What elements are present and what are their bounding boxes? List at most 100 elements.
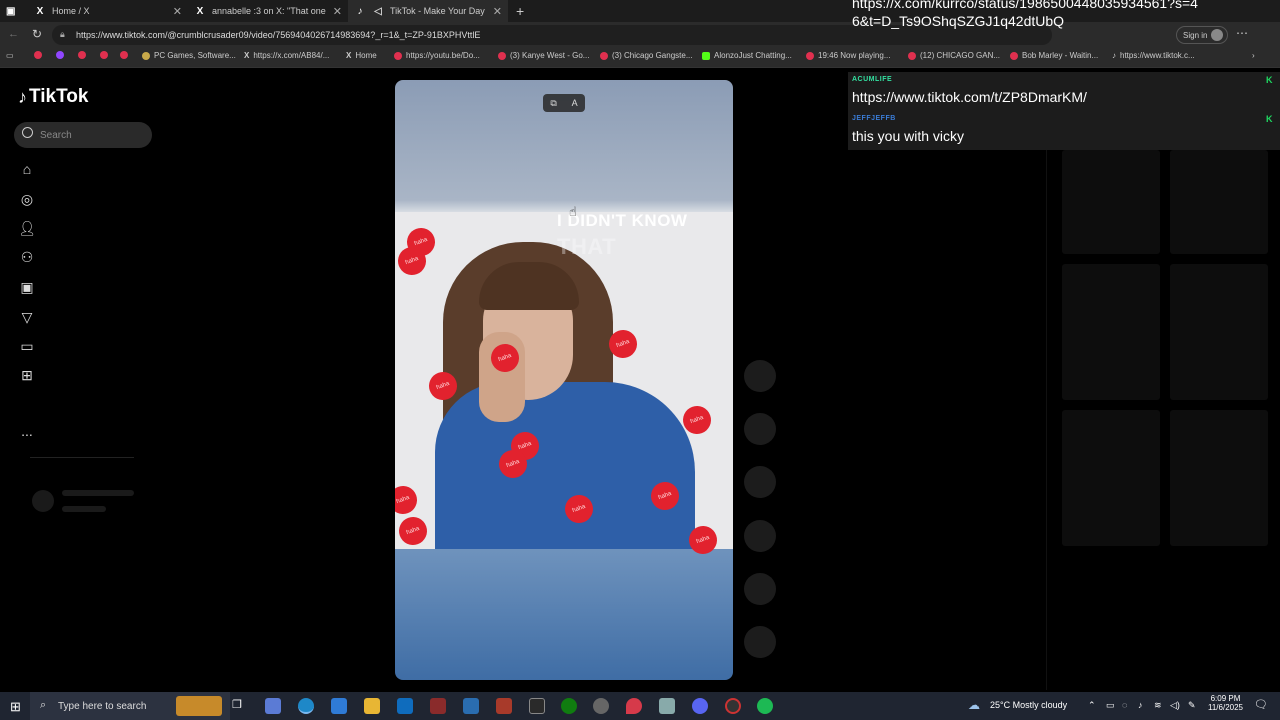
pip-icon[interactable]: ⧉ — [550, 98, 556, 109]
windows-taskbar: ⊞ ⌕ Type here to search ❐ ☁︎ 25°C Mostly… — [0, 692, 1280, 720]
bookmark-yt-4[interactable] — [120, 51, 132, 59]
taskbar-search[interactable]: ⌕ Type here to search — [30, 692, 230, 720]
more-icon[interactable]: ... — [18, 422, 36, 440]
x-icon: X — [346, 51, 352, 60]
search-input[interactable]: Search — [14, 122, 152, 148]
clock[interactable]: 6:09 PM 11/6/2025 — [1208, 694, 1243, 712]
pen-icon[interactable]: ✎ — [1188, 700, 1196, 711]
windows-start-icon[interactable]: ⊞ — [10, 699, 21, 715]
youtube-icon — [120, 51, 128, 59]
youtube-icon — [600, 51, 608, 60]
app-icon[interactable] — [463, 698, 479, 714]
discord-icon[interactable] — [692, 698, 708, 714]
navigate-up-button[interactable] — [744, 573, 776, 605]
video-thumb-placeholder[interactable] — [1062, 264, 1160, 400]
activity-icon[interactable]: ▽ — [18, 308, 36, 326]
weather-text[interactable]: 25°C Mostly cloudy — [990, 700, 1067, 710]
xbox-icon[interactable] — [561, 698, 577, 714]
spotify-icon[interactable] — [757, 698, 773, 714]
wifi-icon[interactable]: ≋ — [1154, 700, 1162, 711]
mega-icon[interactable] — [496, 698, 512, 714]
bookmark-alonzo[interactable]: AlonzoJust Chatting... — [702, 51, 792, 60]
tab-label: TikTok - Make Your Day — [390, 6, 485, 16]
tab-actions-button[interactable]: ▣ — [0, 0, 24, 22]
bookmark-home[interactable]: X Home — [346, 51, 377, 60]
lock-icon[interactable]: 🔒︎ — [60, 29, 65, 40]
tray-icon[interactable]: ▭ — [1106, 700, 1115, 711]
file-explorer-icon[interactable] — [364, 698, 380, 714]
task-view-icon[interactable]: ❐ — [232, 698, 248, 714]
youtube-icon — [806, 51, 814, 60]
bookmark-yt-1[interactable] — [34, 51, 46, 59]
bookmark-pc-games[interactable]: PC Games, Software... — [142, 51, 236, 60]
panel-divider — [1046, 150, 1047, 690]
tab-annabelle[interactable]: X annabelle :3 on X: "That one time ✕ — [188, 0, 348, 22]
video-controls: ⧉ A — [543, 94, 585, 112]
close-icon[interactable]: ✕ — [493, 5, 502, 18]
explore-icon[interactable]: ◎ — [18, 190, 36, 208]
weather-icon[interactable]: ☁︎ — [968, 698, 980, 712]
chat-username: JEFFJEFFB — [852, 115, 896, 122]
navigate-down-button[interactable] — [744, 626, 776, 658]
bookmark-yt-3[interactable] — [100, 51, 112, 59]
tiktok-logo[interactable]: ♪ TikTok — [18, 86, 88, 108]
network-icon[interactable]: ◌ — [1122, 700, 1127, 710]
chevron-up-icon[interactable]: ⌃ — [1088, 700, 1096, 711]
close-icon[interactable]: ✕ — [333, 5, 342, 18]
bookmark-yt-2[interactable] — [78, 51, 90, 59]
upload-icon[interactable]: ⊞ — [18, 366, 36, 384]
share-button[interactable] — [744, 520, 776, 552]
stream-chat-overlay: https://x.com/kurrco/status/198650044803… — [848, 0, 1280, 150]
chat-link-message: https://x.com/kurrco/status/198650044803… — [852, 0, 1198, 29]
following-icon[interactable]: 👤︎ — [18, 219, 36, 237]
volume-icon[interactable]: ◁) — [1170, 700, 1180, 711]
new-tab-button[interactable]: + — [510, 0, 530, 22]
outlook-icon[interactable] — [397, 698, 413, 714]
loading-avatar — [32, 490, 54, 512]
bookmark-twitch[interactable] — [56, 51, 68, 59]
tab-label: annabelle :3 on X: "That one time — [212, 6, 327, 16]
tab-home-x[interactable]: X Home / X ✕ — [28, 0, 188, 22]
messages-icon[interactable]: ▭ — [18, 337, 36, 355]
bookmark-x-ab84[interactable]: Xhttps://x.com/AB84/... — [244, 51, 329, 60]
bookmark-button[interactable] — [744, 466, 776, 498]
live-icon[interactable]: ▣ — [18, 278, 36, 296]
app-icon[interactable] — [593, 698, 609, 714]
back-icon[interactable]: ← — [8, 28, 19, 40]
reading-list-icon[interactable]: ▭ — [6, 51, 14, 60]
app-icon[interactable] — [725, 698, 741, 714]
video-thumb-placeholder[interactable] — [1170, 264, 1268, 400]
video-thumb-placeholder[interactable] — [1170, 150, 1268, 254]
bookmark-youtu-be[interactable]: https://youtu.be/Do... — [394, 51, 480, 60]
url-text: https://www.tiktok.com/@crumblcrusader09… — [76, 30, 481, 40]
notifications-icon[interactable]: 🗨︎ — [1254, 698, 1268, 711]
store-icon[interactable] — [331, 698, 347, 714]
search-icon: ⌕ — [40, 699, 47, 711]
app-icon[interactable] — [430, 698, 446, 714]
copilot-icon[interactable] — [265, 698, 281, 714]
youtube-icon — [498, 51, 506, 60]
like-button[interactable] — [744, 360, 776, 392]
home-icon[interactable]: ⌂ — [18, 160, 36, 178]
friends-icon[interactable]: ⚇ — [18, 248, 36, 266]
close-icon[interactable]: ✕ — [173, 5, 182, 18]
maps-icon[interactable] — [626, 698, 642, 714]
tab-tiktok[interactable]: ♪ ◁ TikTok - Make Your Day ✕ — [348, 0, 508, 22]
video-player[interactable]: ⧉ A I DIDN'T KNOW THAT haha haha haha ha… — [395, 80, 733, 680]
caption-icon[interactable]: A — [572, 98, 578, 108]
bookmark-kanye[interactable]: (3) Kanye West - Go... — [498, 51, 589, 60]
app-icon[interactable] — [529, 698, 545, 714]
youtube-icon — [100, 51, 108, 59]
video-thumb-placeholder[interactable] — [1062, 410, 1160, 546]
speaker-icon[interactable]: ◁ — [372, 5, 384, 17]
bookmark-chicago[interactable]: (3) Chicago Gangste... — [600, 51, 692, 60]
app-icon[interactable] — [659, 698, 675, 714]
comment-button[interactable] — [744, 413, 776, 445]
plus-icon: + — [516, 3, 525, 19]
refresh-icon[interactable]: ↻ — [32, 27, 42, 41]
youtube-icon — [34, 51, 42, 59]
video-thumb-placeholder[interactable] — [1170, 410, 1268, 546]
microphone-icon[interactable]: ♪ — [1138, 700, 1143, 710]
edge-icon[interactable] — [298, 698, 314, 714]
video-thumb-placeholder[interactable] — [1062, 150, 1160, 254]
